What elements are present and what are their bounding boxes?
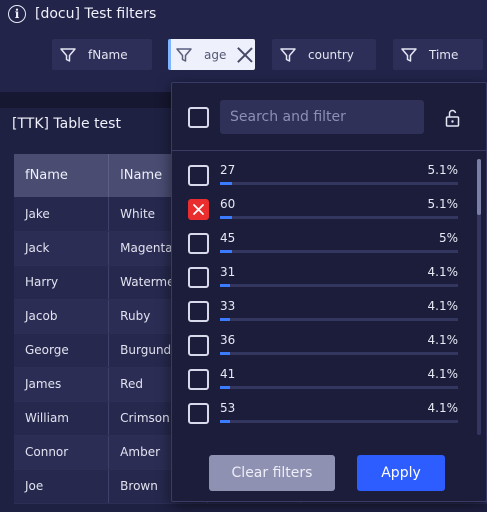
option-share-bar [220, 216, 458, 219]
option-value: 60 [220, 197, 236, 211]
filter-option[interactable]: 41 4.1% [172, 365, 486, 399]
option-value: 45 [220, 231, 236, 245]
option-value: 41 [220, 367, 236, 381]
chip-label: age [204, 47, 227, 62]
filter-option[interactable]: 36 4.1% [172, 331, 486, 365]
table-cell: Jack [14, 231, 110, 266]
close-icon[interactable] [236, 46, 254, 64]
option-percent: 5.1% [427, 197, 459, 211]
funnel-icon [60, 47, 76, 62]
checkbox[interactable] [188, 369, 209, 390]
x-icon [193, 204, 204, 215]
checkbox[interactable] [188, 335, 209, 356]
option-percent: 4.1% [427, 401, 459, 415]
option-share-bar [220, 250, 458, 253]
option-percent: 4.1% [427, 333, 459, 347]
filter-chip-fname[interactable]: fName [52, 39, 152, 70]
age-filter-dropdown: Search and filter 27 5.1% 60 5.1% 45 5% 31 4.1%… [171, 82, 487, 502]
panel-title: [docu] Test filters [35, 6, 157, 22]
option-share-bar-fill [220, 182, 232, 185]
table-cell: Jake [14, 197, 110, 232]
filter-option[interactable]: 27 5.1% [172, 161, 486, 195]
option-value: 27 [220, 163, 236, 177]
option-share-bar [220, 420, 458, 423]
table-cell: William [14, 401, 110, 436]
filter-option[interactable]: 45 5% [172, 229, 486, 263]
filter-options-list: 27 5.1% 60 5.1% 45 5% 31 4.1% 33 4.1% 36 4.1% 41 4.1%… [172, 161, 486, 433]
table-cell: James [14, 367, 110, 402]
option-share-bar-fill [220, 284, 230, 287]
filter-option[interactable]: 33 4.1% [172, 297, 486, 331]
option-percent: 4.1% [427, 265, 459, 279]
option-share-bar [220, 182, 458, 185]
info-icon[interactable]: i [8, 5, 26, 23]
funnel-icon [176, 47, 192, 62]
apply-button[interactable]: Apply [357, 455, 445, 491]
option-share-bar-fill [220, 250, 232, 253]
table-cell: George [14, 333, 110, 368]
scrollbar-thumb[interactable] [477, 159, 481, 215]
chip-label: Time [429, 47, 459, 62]
funnel-icon [401, 47, 417, 62]
table-title: [TTK] Table test [12, 116, 121, 132]
option-share-bar [220, 386, 458, 389]
checkbox[interactable] [188, 267, 209, 288]
table-cell: Joe [14, 469, 110, 504]
option-share-bar-fill [220, 352, 230, 355]
search-input[interactable]: Search and filter [220, 100, 424, 134]
option-share-bar-fill [220, 216, 232, 219]
option-share-bar [220, 318, 458, 321]
option-percent: 4.1% [427, 299, 459, 313]
filter-option[interactable]: 53 4.1% [172, 399, 486, 433]
filter-option[interactable]: 60 5.1% [172, 195, 486, 229]
checked-checkbox[interactable] [188, 199, 209, 220]
option-share-bar-fill [220, 420, 230, 423]
filter-chip-age[interactable]: age [168, 39, 255, 70]
option-share-bar [220, 352, 458, 355]
filter-chip-country[interactable]: country [272, 39, 376, 70]
filter-panel: i [docu] Test filters fName age country … [0, 0, 487, 92]
option-value: 36 [220, 333, 236, 347]
option-share-bar-fill [220, 318, 230, 321]
dropdown-header: Search and filter [172, 83, 486, 151]
table-cell: Harry [14, 265, 110, 300]
option-percent: 4.1% [427, 367, 459, 381]
checkbox[interactable] [188, 403, 209, 424]
chip-label: fName [88, 47, 128, 62]
select-all-checkbox[interactable] [188, 107, 209, 128]
filter-chip-time[interactable]: Time [393, 39, 483, 70]
checkbox[interactable] [188, 301, 209, 322]
funnel-icon [280, 47, 296, 62]
checkbox[interactable] [188, 233, 209, 254]
option-share-bar-fill [220, 386, 230, 389]
scrollbar[interactable] [477, 159, 481, 435]
column-header[interactable]: fName [14, 154, 110, 197]
filter-option[interactable]: 31 4.1% [172, 263, 486, 297]
checkbox[interactable] [188, 165, 209, 186]
option-percent: 5.1% [427, 163, 459, 177]
option-percent: 5% [438, 231, 458, 245]
option-value: 31 [220, 265, 236, 279]
table-cell: Connor [14, 435, 110, 470]
table-cell: Jacob [14, 299, 110, 334]
clear-filters-button[interactable]: Clear filters [209, 455, 335, 491]
option-value: 53 [220, 401, 236, 415]
chip-label: country [308, 47, 354, 62]
option-share-bar [220, 284, 458, 287]
panel-title-row: i [docu] Test filters [8, 5, 156, 23]
unlock-icon[interactable] [445, 109, 461, 127]
option-value: 33 [220, 299, 236, 313]
